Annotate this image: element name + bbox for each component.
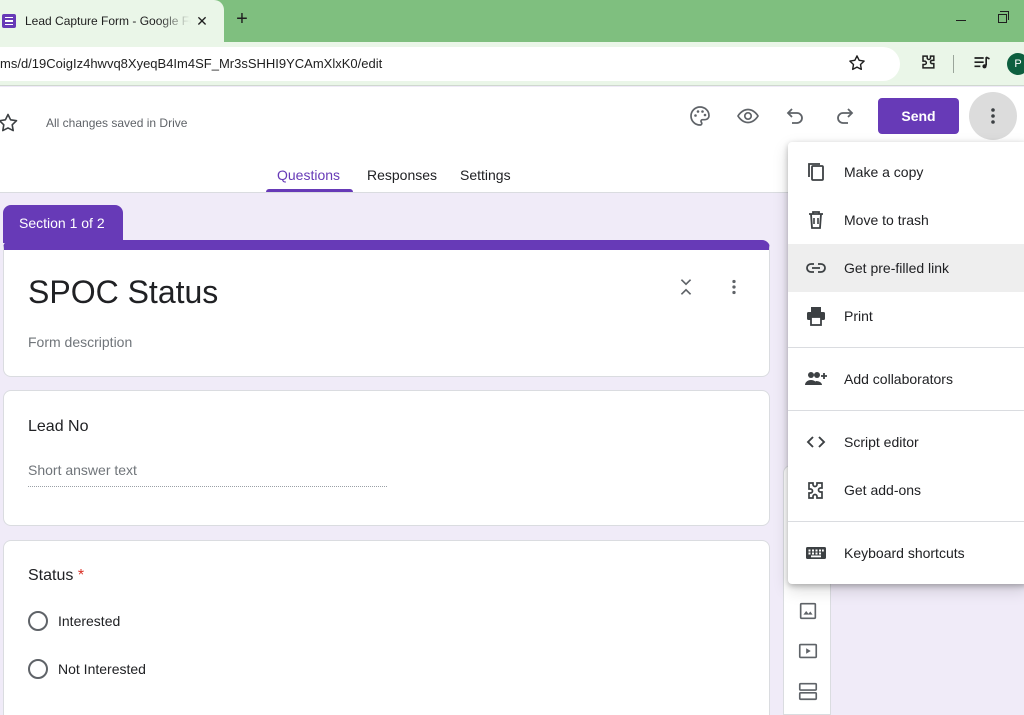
radio-option-label: Interested xyxy=(58,613,121,629)
address-bar[interactable]: ms/d/19CoigIz4hwvq8XyeqB4Im4SF_Mr3sSHHI9… xyxy=(0,47,900,81)
menu-item-get-add-ons[interactable]: Get add-ons xyxy=(788,466,1024,514)
browser-tabstrip: Lead Capture Form - Google Forms ✕ + xyxy=(0,0,1024,42)
menu-item-label: Get add-ons xyxy=(844,482,922,498)
link-icon xyxy=(806,263,826,273)
active-tab-indicator xyxy=(266,189,353,192)
star-icon[interactable] xyxy=(0,111,20,135)
radio-button[interactable] xyxy=(28,659,48,679)
copy-icon xyxy=(808,163,824,181)
print-icon xyxy=(807,307,825,326)
media-control-icon[interactable] xyxy=(972,53,992,73)
menu-item-label: Make a copy xyxy=(844,164,924,180)
tab-close-icon[interactable]: ✕ xyxy=(193,13,211,30)
section-label: Section 1 of 2 xyxy=(3,205,123,243)
menu-item-get-pre-filled-link[interactable]: Get pre-filled link xyxy=(788,244,1024,292)
forms-favicon-icon xyxy=(2,14,16,28)
extensions-icon[interactable] xyxy=(918,52,938,72)
short-answer-field: Short answer text xyxy=(28,462,387,487)
form-description-input[interactable]: Form description xyxy=(28,334,132,350)
menu-item-script-editor[interactable]: Script editor xyxy=(788,418,1024,466)
form-title-card[interactable]: SPOC Status Form description xyxy=(3,240,770,377)
tab-responses[interactable]: Responses xyxy=(367,167,437,183)
menu-item-keyboard-shortcuts[interactable]: Keyboard shortcuts xyxy=(788,529,1024,577)
required-asterisk: * xyxy=(77,567,85,584)
redo-icon[interactable] xyxy=(832,104,856,128)
menu-item-label: Add collaborators xyxy=(844,371,953,387)
question-card-status[interactable]: Status * Interested Not Interested xyxy=(3,540,770,715)
question-card-lead-no[interactable]: Lead No Short answer text xyxy=(3,390,770,526)
question-title-status[interactable]: Status * xyxy=(28,567,84,585)
tab-questions[interactable]: Questions xyxy=(277,167,340,183)
menu-item-print[interactable]: Print xyxy=(788,292,1024,340)
section-more-vert-icon[interactable] xyxy=(723,276,745,298)
question-title: Status xyxy=(28,567,74,584)
browser-toolbar: ms/d/19CoigIz4hwvq8XyeqB4Im4SF_Mr3sSHHI9… xyxy=(0,42,1024,86)
menu-item-label: Get pre-filled link xyxy=(844,260,950,276)
menu-divider xyxy=(788,521,1024,522)
menu-item-make-a-copy[interactable]: Make a copy xyxy=(788,148,1024,196)
browser-tab[interactable]: Lead Capture Form - Google Forms ✕ xyxy=(0,0,224,42)
radio-option[interactable]: Not Interested xyxy=(28,659,146,679)
send-button[interactable]: Send xyxy=(878,98,959,134)
more-options-button[interactable] xyxy=(969,92,1017,140)
tab-settings[interactable]: Settings xyxy=(460,167,511,183)
menu-item-move-to-trash[interactable]: Move to trash xyxy=(788,196,1024,244)
more-vert-icon xyxy=(991,108,995,124)
palette-icon[interactable] xyxy=(688,104,712,128)
preview-eye-icon[interactable] xyxy=(736,104,760,128)
form-title[interactable]: SPOC Status xyxy=(28,274,218,311)
collapse-section-icon[interactable] xyxy=(675,276,697,298)
menu-item-label: Keyboard shortcuts xyxy=(844,545,965,561)
add-section-icon[interactable] xyxy=(797,680,819,702)
menu-divider xyxy=(788,347,1024,348)
radio-option[interactable]: Interested xyxy=(28,611,120,631)
keyboard-icon xyxy=(806,547,826,559)
menu-item-label: Print xyxy=(844,308,873,324)
bookmark-star-icon[interactable] xyxy=(847,53,867,73)
menu-divider xyxy=(788,410,1024,411)
question-title[interactable]: Lead No xyxy=(28,418,89,436)
puzzle-icon xyxy=(808,482,823,499)
add-video-icon[interactable] xyxy=(797,640,819,662)
radio-option-label: Not Interested xyxy=(58,661,146,677)
add-people-icon xyxy=(805,372,827,385)
menu-item-label: Move to trash xyxy=(844,212,929,228)
code-icon xyxy=(806,436,826,448)
add-image-icon[interactable] xyxy=(797,600,819,622)
radio-button[interactable] xyxy=(28,611,48,631)
trash-icon xyxy=(809,211,823,229)
restore-window-button[interactable] xyxy=(998,11,1009,23)
url-text[interactable]: ms/d/19CoigIz4hwvq8XyeqB4Im4SF_Mr3sSHHI9… xyxy=(0,56,382,71)
more-options-menu: Make a copy Move to trash Get pre-filled… xyxy=(788,142,1024,584)
profile-avatar[interactable]: P xyxy=(1007,53,1024,75)
new-tab-button[interactable]: + xyxy=(231,8,253,30)
undo-icon[interactable] xyxy=(784,104,808,128)
browser-tab-title: Lead Capture Form - Google Forms xyxy=(25,14,191,28)
menu-item-add-collaborators[interactable]: Add collaborators xyxy=(788,355,1024,403)
toolbar-separator xyxy=(953,55,954,73)
minimize-window-button[interactable] xyxy=(953,10,969,26)
menu-item-label: Script editor xyxy=(844,434,919,450)
save-status: All changes saved in Drive xyxy=(46,116,188,130)
